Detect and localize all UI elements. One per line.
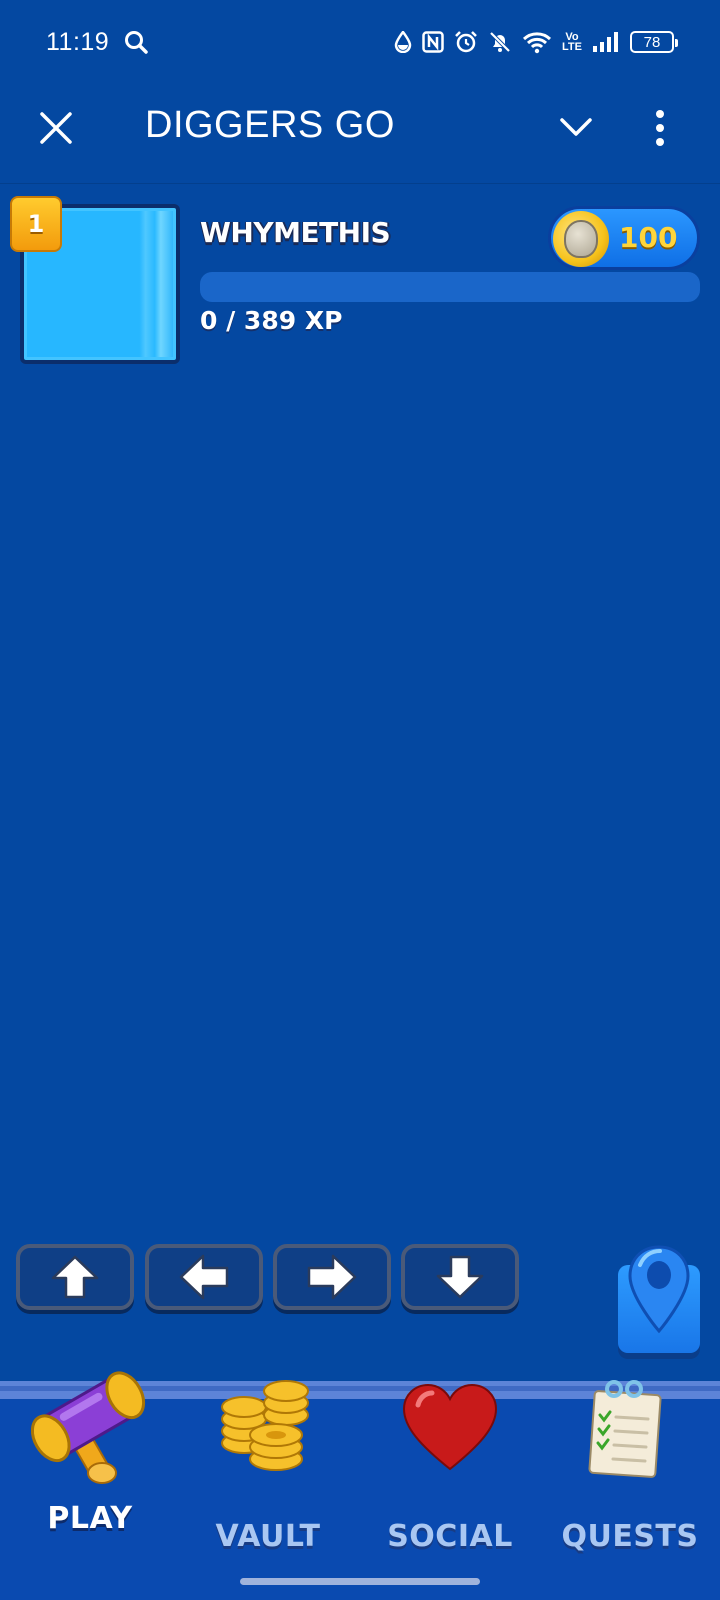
status-time: 11:19: [46, 27, 110, 56]
nav-item-vault[interactable]: VAULT: [178, 1380, 358, 1579]
level-badge: 1: [10, 196, 62, 252]
app-title-bar: DIGGERS GO: [0, 84, 720, 184]
wifi-icon: [523, 32, 552, 54]
arrow-down-icon: [436, 1255, 484, 1299]
recenter-location-button[interactable]: [618, 1245, 700, 1353]
coin-count: 100: [619, 221, 678, 254]
nav-label-play: PLAY: [47, 1501, 133, 1536]
move-up-button[interactable]: [16, 1244, 134, 1310]
bottom-nav: PLAY VAULT SOCIAL QUESTS: [0, 1371, 720, 1600]
volte-indicator: Vo LTE: [562, 31, 582, 53]
close-icon[interactable]: [36, 108, 76, 148]
coin-icon: [553, 211, 609, 267]
alarm-icon: [455, 31, 477, 53]
nav-item-play[interactable]: PLAY: [0, 1371, 180, 1579]
app-title: DIGGERS GO: [145, 104, 395, 146]
arrow-up-icon: [51, 1255, 99, 1299]
nav-label-quests: QUESTS: [561, 1519, 699, 1554]
xp-text: 0 / 389 XP: [200, 306, 343, 335]
chevron-down-icon[interactable]: [556, 110, 596, 146]
battery-indicator: 78: [630, 31, 678, 53]
heart-icon: [402, 1383, 498, 1471]
status-bar: 11:19 Vo LTE 78: [0, 0, 720, 84]
search-icon: [125, 31, 148, 54]
move-left-button[interactable]: [145, 1244, 263, 1310]
arrow-right-icon: [307, 1254, 357, 1300]
nav-item-quests[interactable]: QUESTS: [540, 1380, 720, 1579]
arrow-left-icon: [179, 1254, 229, 1300]
nfc-icon: [422, 31, 444, 53]
move-down-button[interactable]: [401, 1244, 519, 1310]
move-right-button[interactable]: [273, 1244, 391, 1310]
drop-icon: [394, 31, 412, 53]
nav-label-vault: VAULT: [215, 1519, 321, 1554]
nav-label-social: SOCIAL: [387, 1519, 513, 1554]
coin-balance[interactable]: 100: [548, 206, 700, 270]
notepad-icon: [588, 1380, 662, 1478]
xp-progress-bar: [200, 272, 700, 302]
player-name: WHYMETHIS: [200, 216, 391, 249]
coins-icon: [221, 1380, 309, 1471]
muted-bell-icon: [489, 31, 511, 53]
hammer-icon: [30, 1371, 146, 1484]
nav-item-social[interactable]: SOCIAL: [360, 1383, 540, 1579]
more-options-icon[interactable]: [650, 106, 670, 150]
location-pin-icon: [628, 1245, 690, 1334]
signal-icon: [593, 32, 618, 52]
home-indicator[interactable]: [240, 1578, 480, 1585]
